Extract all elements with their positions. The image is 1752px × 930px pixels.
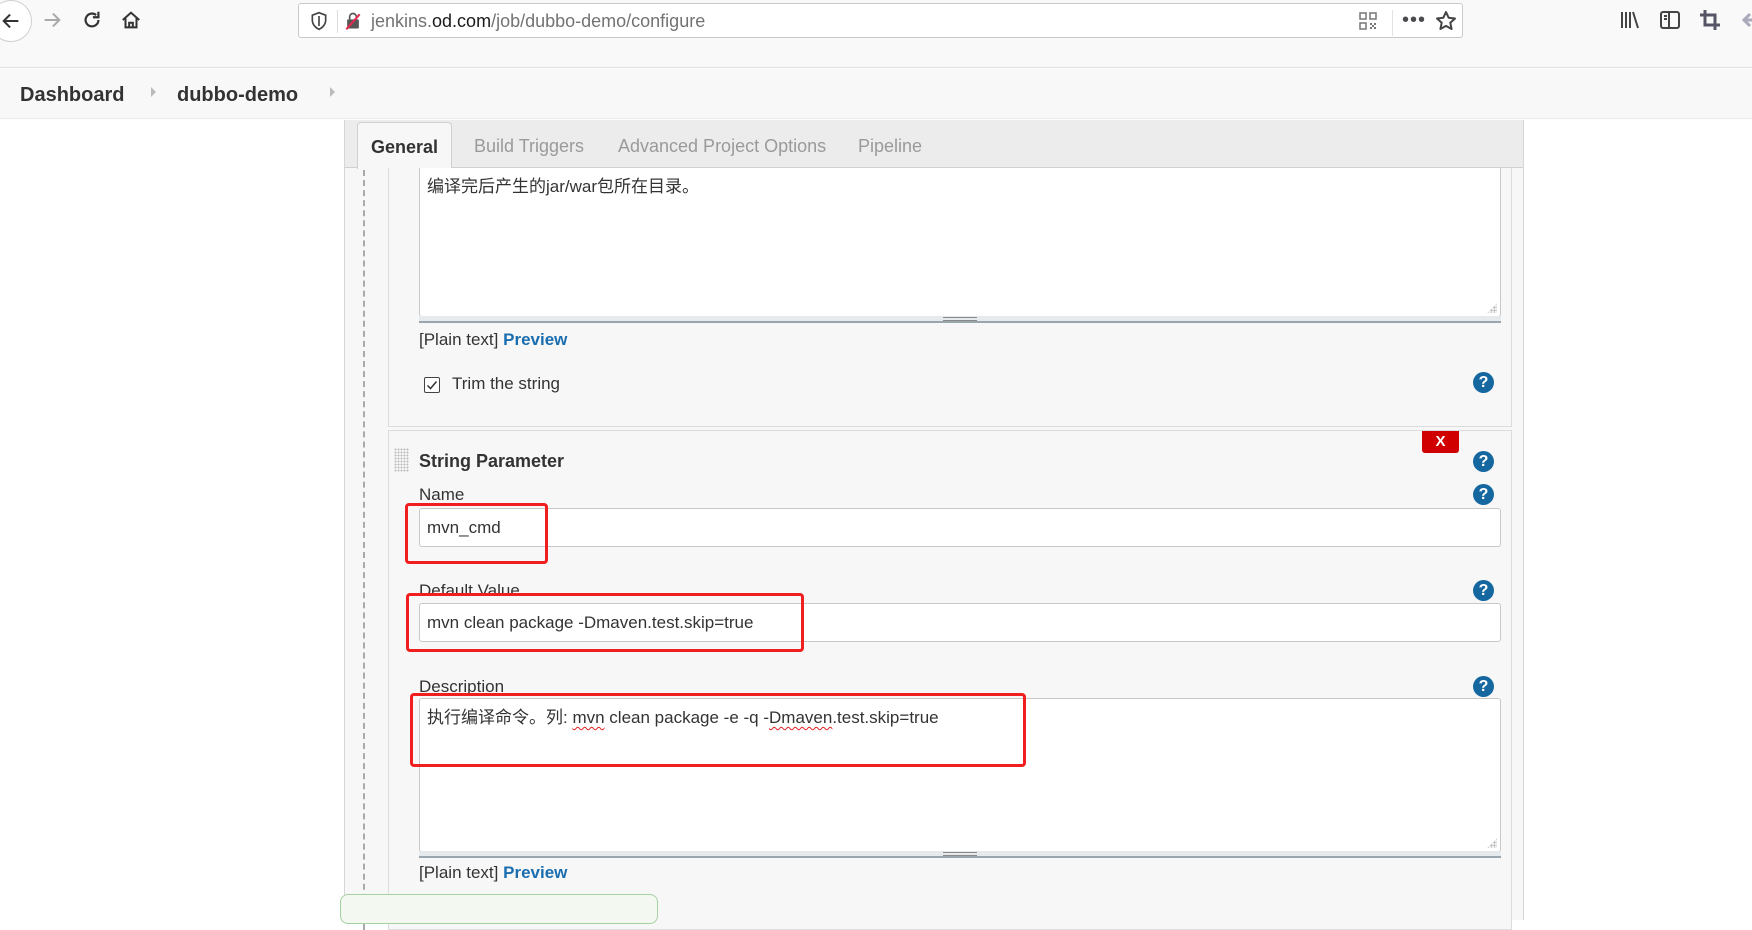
previous-description-text: 编译完后产生的jar/war包所在目录。: [427, 177, 700, 196]
tracking-shield-icon[interactable]: [309, 11, 329, 31]
format-label: [Plain text]: [419, 863, 499, 882]
help-icon[interactable]: ?: [1473, 451, 1494, 472]
back-button[interactable]: [0, 0, 32, 42]
name-input[interactable]: mvn_cmd: [419, 508, 1501, 547]
breadcrumb-chevron-icon[interactable]: [330, 87, 335, 97]
extension-icon[interactable]: [1736, 8, 1752, 32]
config-panel: General Build Triggers Advanced Project …: [344, 120, 1524, 930]
preview-link[interactable]: Preview: [503, 863, 567, 882]
resize-handle-icon[interactable]: [943, 317, 977, 321]
breadcrumb-job[interactable]: dubbo-demo: [177, 84, 298, 107]
notification-box: [340, 894, 658, 924]
delete-parameter-button[interactable]: X: [1422, 431, 1459, 453]
more-icon[interactable]: •••: [1399, 6, 1429, 36]
trim-string-checkbox[interactable]: [424, 377, 440, 393]
tab-pipeline[interactable]: Pipeline: [858, 136, 922, 157]
resize-grip-icon[interactable]: [1487, 838, 1497, 848]
description-text: 执行编译命令。列: mvn clean package -e -q -Dmave…: [427, 708, 939, 727]
forward-button[interactable]: [36, 4, 68, 36]
breadcrumb-chevron-icon[interactable]: [151, 87, 156, 97]
screenshot-crop-icon[interactable]: [1698, 8, 1722, 32]
description-label: Description: [419, 677, 505, 696]
string-parameter-title: String Parameter: [419, 451, 565, 471]
trim-string-label[interactable]: Trim the string: [452, 374, 560, 394]
bookmark-star-icon[interactable]: [1434, 9, 1458, 33]
textarea-resize-bar[interactable]: [419, 316, 1501, 323]
preview-link[interactable]: Preview: [503, 330, 567, 349]
tab-build-triggers[interactable]: Build Triggers: [474, 136, 584, 157]
default-value-input[interactable]: mvn clean package -Dmaven.test.skip=true: [419, 603, 1501, 642]
insecure-lock-icon[interactable]: [343, 11, 363, 31]
string-parameter-section: String Parameter X ? Name ? mvn_cmd Defa…: [388, 430, 1512, 930]
help-icon[interactable]: ?: [1473, 676, 1494, 697]
tab-advanced-project-options[interactable]: Advanced Project Options: [618, 136, 826, 157]
home-icon: [122, 11, 140, 29]
forward-icon: [44, 12, 61, 28]
url-separator: [337, 10, 338, 33]
description-textarea[interactable]: 执行编译命令。列: mvn clean package -e -q -Dmave…: [419, 698, 1501, 852]
default-value-label: Default Value: [419, 581, 520, 600]
reload-icon: [84, 11, 100, 28]
help-icon[interactable]: ?: [1473, 580, 1494, 601]
tab-general[interactable]: General: [357, 122, 453, 169]
config-tabs: General Build Triggers Advanced Project …: [345, 120, 1523, 169]
library-icon[interactable]: [1618, 8, 1642, 32]
url-separator: [1392, 10, 1393, 36]
help-icon[interactable]: ?: [1473, 372, 1494, 393]
url-text[interactable]: jenkins.od.com/job/dubbo-demo/configure: [371, 10, 705, 32]
home-button[interactable]: [115, 4, 147, 36]
address-bar[interactable]: jenkins.od.com/job/dubbo-demo/configure …: [298, 3, 1463, 38]
format-preview-line: [Plain text] Preview: [419, 330, 567, 350]
breadcrumb: Dashboard dubbo-demo: [0, 69, 1752, 119]
nesting-guide-line: [363, 170, 365, 930]
previous-parameter-section: 编译完后产生的jar/war包所在目录。 [Plain text] Previe…: [388, 168, 1512, 427]
textarea-resize-bar[interactable]: [419, 851, 1501, 858]
format-preview-line: [Plain text] Preview: [419, 863, 567, 883]
qr-code-icon[interactable]: [1359, 12, 1377, 30]
checkmark-icon: [426, 381, 438, 390]
resize-handle-icon[interactable]: [943, 852, 977, 856]
reload-button[interactable]: [76, 4, 108, 36]
previous-description-textarea[interactable]: 编译完后产生的jar/war包所在目录。: [419, 168, 1501, 317]
help-icon[interactable]: ?: [1473, 484, 1494, 505]
back-icon: [2, 13, 19, 29]
sidebar-icon[interactable]: [1658, 8, 1682, 32]
resize-grip-icon[interactable]: [1487, 303, 1497, 313]
format-label: [Plain text]: [419, 330, 499, 349]
name-label: Name: [419, 485, 465, 504]
breadcrumb-dashboard[interactable]: Dashboard: [20, 84, 124, 107]
drag-handle-icon[interactable]: [394, 448, 409, 472]
browser-toolbar: jenkins.od.com/job/dubbo-demo/configure …: [0, 0, 1752, 68]
